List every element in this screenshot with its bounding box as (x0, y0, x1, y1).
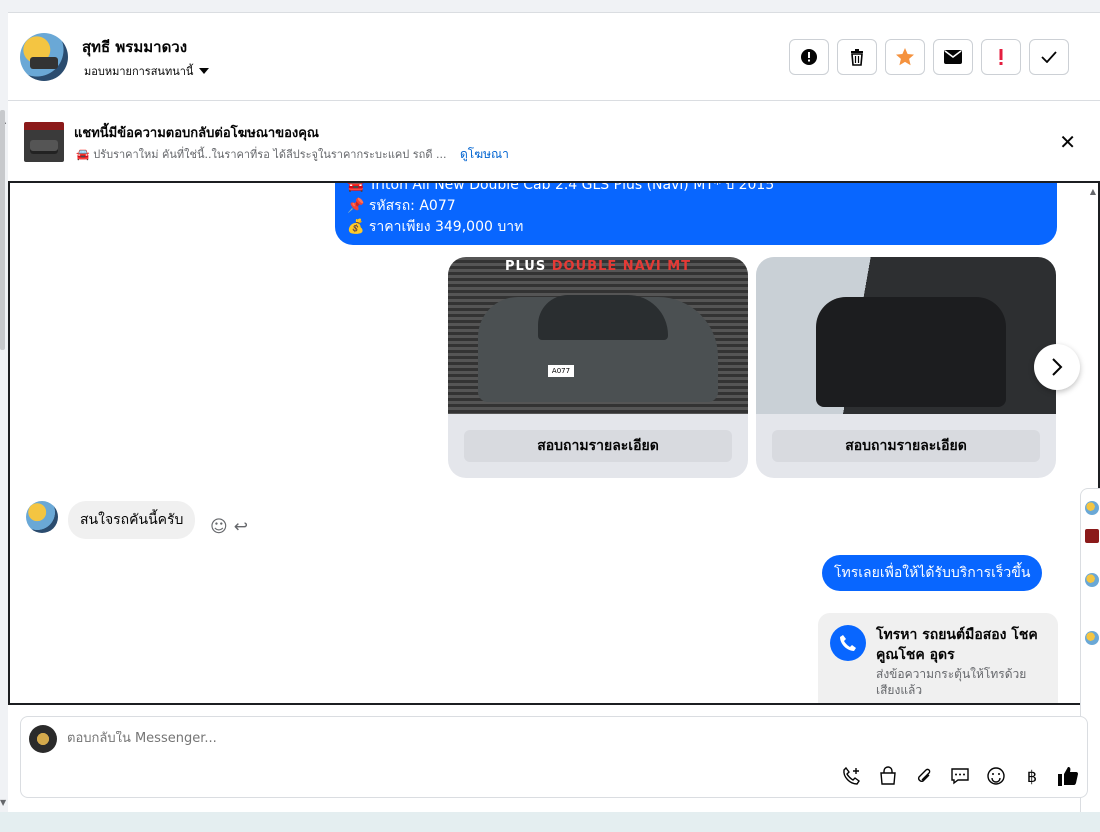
reply-icon[interactable]: ↩ (234, 517, 248, 537)
avatar[interactable] (20, 33, 68, 81)
report-button[interactable] (789, 39, 829, 75)
avatar[interactable] (1085, 573, 1099, 587)
emoji-icon[interactable] (985, 765, 1007, 787)
left-scrollbar[interactable] (0, 110, 5, 350)
ad-banner-subtitle: 🚘 ปรับราคาใหม่ คันที่ใช่นี้..ในราคาที่รอ… (76, 145, 509, 164)
inquire-details-button[interactable]: สอบถามรายละเอียด (772, 430, 1040, 462)
ad-thumbnail[interactable] (1085, 529, 1099, 543)
envelope-icon (944, 50, 962, 64)
reply-input[interactable] (67, 731, 767, 746)
paperclip-icon[interactable] (913, 765, 935, 787)
assign-conversation-dropdown[interactable]: มอบหมายการสนทนานี้ (84, 62, 210, 80)
page-avatar (29, 725, 57, 753)
assign-label: มอบหมายการสนทนานี้ (84, 65, 194, 78)
sent-message[interactable]: 🚘 Triton All New Double Cab 2.4 GLS Plus… (335, 181, 1057, 245)
emoji-react-icon[interactable]: ☺ (210, 517, 228, 537)
call-card-title: โทรหา รถยนต์มือสอง โชคคูณโชค อุดร (876, 627, 1038, 663)
sent-message[interactable]: โทรเลยเพื่อให้ได้รับบริการเร็วขึ้น (822, 555, 1043, 591)
star-icon (896, 48, 914, 66)
exclamation-icon (999, 49, 1003, 65)
truck-photo[interactable]: PLUS DOUBLE NAVI MT A077 (448, 257, 748, 414)
page-footer-strip (0, 812, 1100, 832)
baht-payment-icon[interactable]: ฿ (1021, 765, 1043, 787)
photo-banner: PLUS DOUBLE NAVI MT (504, 259, 692, 274)
thumbs-up-icon[interactable] (1057, 765, 1079, 787)
message-thread: ▲ 🚘 Triton All New Double Cab 2.4 GLS Pl… (8, 181, 1100, 705)
trash-icon (851, 49, 863, 66)
call-card-subtitle: ส่งข้อความกระตุ้นให้โทรด้วยเสียงแล้ว (876, 667, 1027, 697)
car-price-line: 💰 ราคาเพียง 349,000 บาท (347, 219, 524, 235)
caret-down-icon (199, 68, 210, 74)
ad-reply-banner: แชทนี้มีข้อความตอบกลับต่อโฆษณาของคุณ 🚘 ป… (8, 102, 1100, 180)
car-model-line: 🚘 Triton All New Double Cab 2.4 GLS Plus… (347, 181, 775, 193)
mark-unread-button[interactable] (933, 39, 973, 75)
license-plate: A077 (548, 365, 574, 377)
exclamation-circle-icon (801, 49, 817, 65)
phone-icon (830, 625, 866, 661)
truck-shape: A077 (478, 295, 718, 402)
composer-tools: ฿ (841, 765, 1079, 787)
contact-name[interactable]: สุทธี พรมมาดวง (82, 35, 187, 59)
seat-shape (816, 297, 1006, 407)
avatar[interactable] (1085, 631, 1099, 645)
avatar[interactable] (26, 501, 58, 533)
header-actions (789, 39, 1069, 75)
call-card[interactable]: โทรหา รถยนต์มือสอง โชคคูณโชค อุดร ส่งข้อ… (818, 613, 1058, 703)
received-message[interactable]: สนใจรถคันนี้ครับ (68, 501, 196, 539)
delete-button[interactable] (837, 39, 877, 75)
carousel-next-button[interactable] (1034, 344, 1080, 390)
reply-composer: ฿ (20, 716, 1088, 798)
mark-spam-button[interactable] (981, 39, 1021, 75)
view-ad-link[interactable]: ดูโฆษณา (460, 147, 509, 161)
ad-banner-title: แชทนี้มีข้อความตอบกลับต่อโฆษณาของคุณ (74, 126, 319, 141)
carousel-card: สอบถามรายละเอียด (756, 257, 1056, 478)
call-add-icon[interactable] (841, 765, 863, 787)
car-code-line: 📌 รหัสรถ: A077 (347, 198, 456, 214)
ad-thumbnail[interactable] (24, 122, 64, 162)
mark-done-button[interactable] (1029, 39, 1069, 75)
saved-reply-icon[interactable] (949, 765, 971, 787)
scroll-down-icon[interactable]: ▼ (0, 798, 6, 807)
avatar[interactable] (1085, 501, 1099, 515)
shopping-bag-icon[interactable] (877, 765, 899, 787)
conversation-header: สุทธี พรมมาดวง มอบหมายการสนทนานี้ (8, 13, 1100, 101)
interior-photo[interactable] (756, 257, 1056, 414)
carousel-card: PLUS DOUBLE NAVI MT A077 สอบถามรายละเอีย… (448, 257, 748, 478)
scroll-up-icon[interactable]: ▲ (1090, 187, 1096, 196)
close-icon[interactable]: ✕ (1059, 130, 1076, 154)
ad-description: 🚘 ปรับราคาใหม่ คันที่ใช่นี้..ในราคาที่รอ… (76, 148, 447, 161)
star-button[interactable] (885, 39, 925, 75)
check-icon (1041, 51, 1057, 63)
message-actions: ☺ ↩ (210, 517, 248, 537)
chevron-right-icon (1052, 358, 1063, 376)
inquire-details-button[interactable]: สอบถามรายละเอียด (464, 430, 732, 462)
